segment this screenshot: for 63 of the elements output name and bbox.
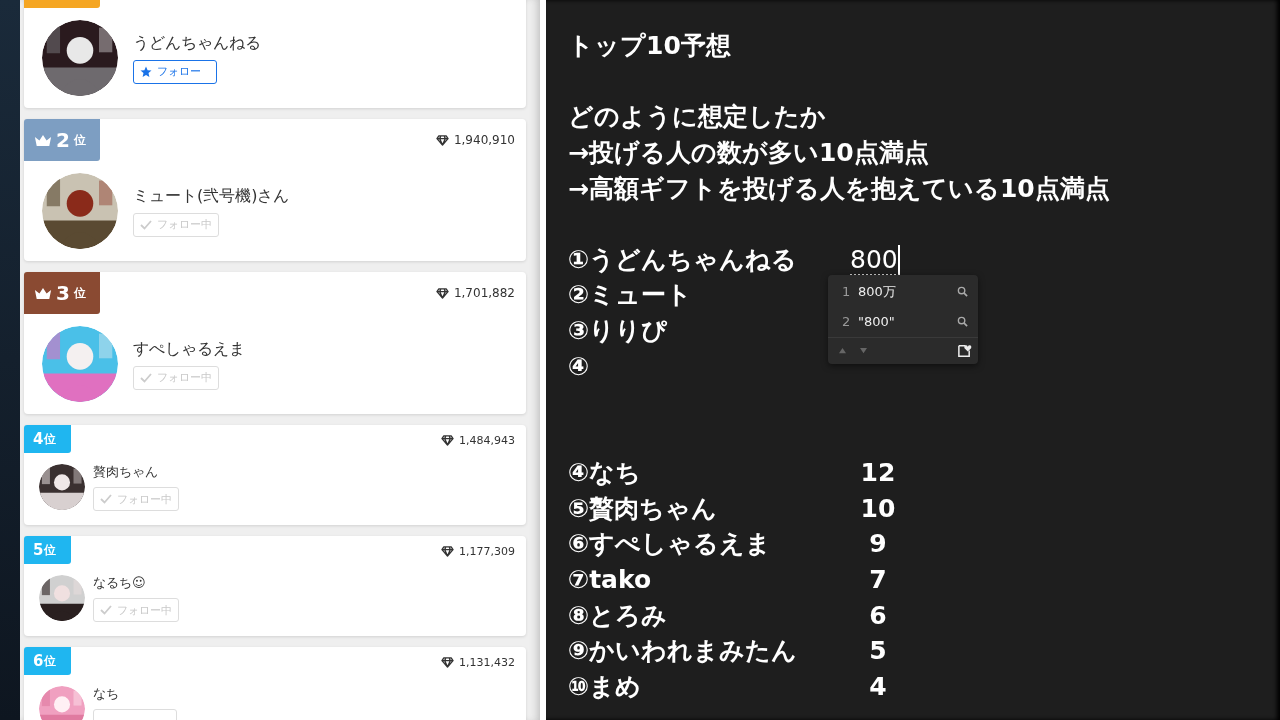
search-icon [957,286,968,298]
user-name: なち [93,685,119,703]
gift-amount: 1,701,882 [453,286,515,300]
search-icon [957,316,968,328]
user-name: ミュート(弐号機)さん [133,185,290,207]
note-line: ⑩まめ [568,671,642,701]
heart-icon[interactable] [957,343,972,359]
rank-number: 3 [56,281,70,305]
diamond-icon [441,657,454,668]
score-text: 7 [868,565,888,594]
diamond-icon [435,287,449,299]
check-icon [100,493,112,505]
crown-icon [34,286,52,300]
score-text: 6 [868,600,888,630]
rank-suffix: 位 [73,131,86,149]
gift-amount: 1,131,432 [459,656,515,669]
score-text: 10 [859,493,897,523]
down-arrow-icon[interactable] [859,347,868,355]
rank-suffix: 位 [44,541,57,559]
rank-number: 4 [33,430,44,448]
note-line: ②ミュート [568,280,693,310]
score-text: 5 [868,636,888,666]
score-text: 4 [868,671,888,701]
rank-suffix: 位 [44,652,57,670]
gift-amount: 1,177,309 [459,545,515,558]
user-name: 贅肉ちゃん [93,463,158,481]
gift-amount: 1,940,910 [453,133,515,147]
note-line: ⑦tako [568,565,652,594]
note-line: トップ10予想 [568,30,731,63]
note-line: →高額ギフトを投げる人を抱えている10点満点 [568,172,1110,205]
diamond-icon [441,546,454,557]
follow-button[interactable]: フォロー [133,59,217,84]
note-line: ⑤贅肉ちゃん [568,493,718,523]
user-name: なるち☺ [93,574,146,592]
rank-suffix: 位 [44,430,57,448]
note-line: ④ [568,351,590,381]
note-line: ④なち [568,458,642,488]
check-icon [140,218,152,231]
note-line: ⑥すぺしゃるえま [568,529,772,559]
note-line: どのように想定したか [568,101,826,134]
note-line: ①うどんちゃんねる [568,244,798,274]
suggestion-item[interactable]: 2 "800" [828,306,978,337]
check-icon [100,604,112,616]
star-icon [140,65,152,78]
note-line: ③りりぴ [568,316,668,346]
gift-amount: 1,484,943 [459,434,515,447]
user-name: すぺしゃるえま [133,338,245,360]
rank-number: 6 [33,652,44,670]
check-icon [140,371,152,384]
note-line: →投げる人の数が多い10点満点 [568,137,929,170]
rank-suffix: 位 [73,284,86,302]
suggestion-item[interactable]: 1 800万 [828,276,978,307]
diamond-icon [435,134,449,146]
up-arrow-icon[interactable] [838,347,847,355]
rank-number: 2 [56,128,70,152]
crown-icon [34,133,52,147]
score-text: 12 [859,458,897,488]
score-text: 9 [868,529,888,559]
diamond-icon [441,435,454,446]
rank-number: 5 [33,541,44,559]
note-line: ⑧とろみ [568,600,668,630]
user-name: うどんちゃんねる [133,32,261,54]
note-line: ⑨かいわれまみたん [568,636,798,666]
